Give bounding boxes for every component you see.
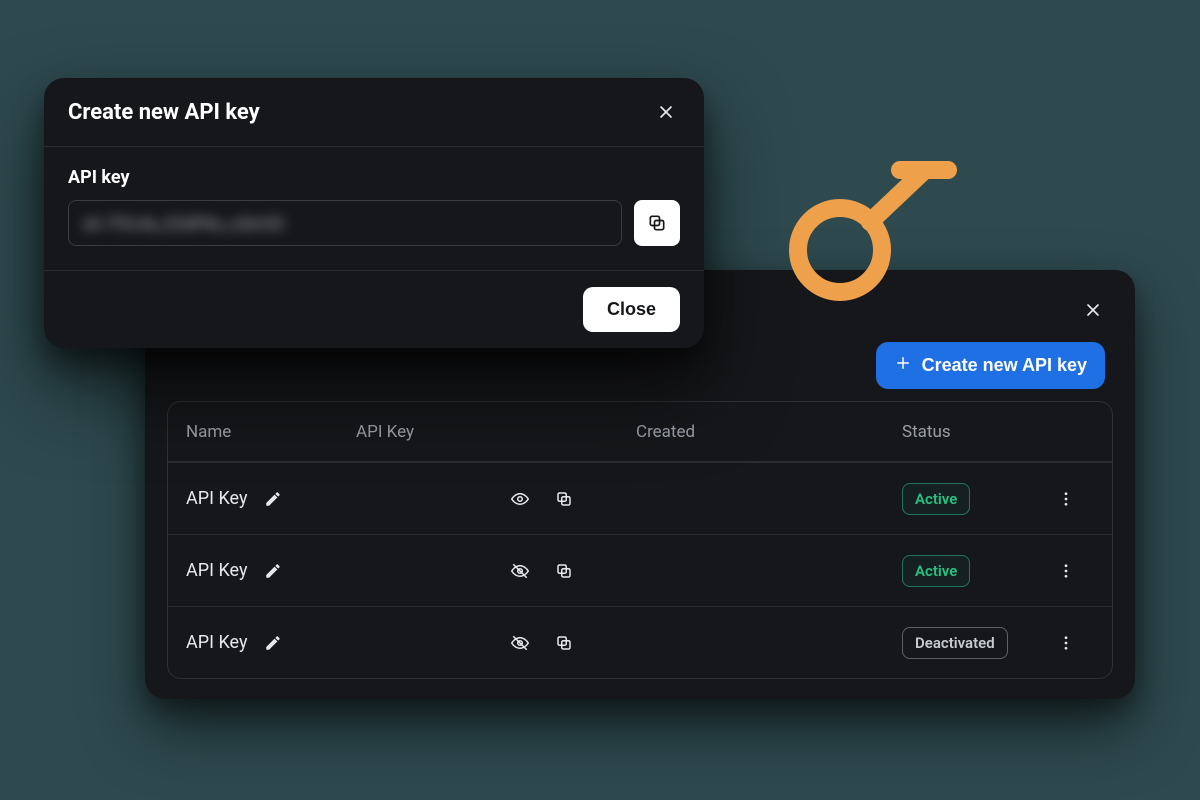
close-button[interactable]: Close: [583, 287, 680, 332]
api-key-field-label: API key: [68, 167, 680, 188]
close-button-label: Close: [607, 299, 656, 319]
copy-key-button[interactable]: [550, 629, 578, 657]
plus-icon: [894, 354, 912, 377]
status-badge: Deactivated: [902, 627, 1008, 659]
row-key-cell: [356, 557, 636, 585]
rename-button[interactable]: [259, 485, 287, 513]
row-actions: [1038, 485, 1094, 513]
row-status-cell: Active: [876, 483, 1038, 515]
row-menu-button[interactable]: [1052, 485, 1080, 513]
row-name-cell: API Key: [186, 557, 356, 585]
row-actions: [1038, 557, 1094, 585]
col-header-name: Name: [186, 422, 356, 442]
api-key-input[interactable]: sk-7f3c4a_E3dP8u_xQm52: [68, 200, 622, 246]
create-api-key-label: Create new API key: [922, 355, 1087, 376]
row-actions: [1038, 629, 1094, 657]
table-row: API Key Deactivated: [168, 606, 1112, 678]
table-row: API Key Active: [168, 534, 1112, 606]
hide-button[interactable]: [506, 557, 534, 585]
api-key-field-row: sk-7f3c4a_E3dP8u_xQm52: [68, 200, 680, 246]
col-header-status: Status: [876, 422, 1038, 442]
api-keys-table: Name API Key Created Status API Key: [167, 401, 1113, 679]
table-header: Name API Key Created Status: [168, 402, 1112, 462]
status-badge: Active: [902, 555, 970, 587]
rename-button[interactable]: [259, 629, 287, 657]
table-row: API Key Active: [168, 462, 1112, 534]
row-key-cell: [356, 485, 636, 513]
row-status-cell: Active: [876, 555, 1038, 587]
col-header-created: Created: [636, 422, 876, 442]
modal-body: API key sk-7f3c4a_E3dP8u_xQm52: [44, 147, 704, 271]
copy-key-button[interactable]: [550, 485, 578, 513]
modal-footer: Close: [44, 271, 704, 348]
modal-title: Create new API key: [68, 100, 260, 125]
row-menu-button[interactable]: [1052, 629, 1080, 657]
create-api-key-modal: Create new API key API key sk-7f3c4a_E3d…: [44, 78, 704, 348]
modal-header: Create new API key: [44, 78, 704, 147]
col-header-api-key: API Key: [356, 422, 636, 442]
row-name-text: API Key: [186, 488, 247, 509]
row-name-cell: API Key: [186, 629, 356, 657]
reveal-button[interactable]: [506, 485, 534, 513]
row-status-cell: Deactivated: [876, 627, 1038, 659]
row-name-text: API Key: [186, 560, 247, 581]
status-badge: Active: [902, 483, 970, 515]
rename-button[interactable]: [259, 557, 287, 585]
row-menu-button[interactable]: [1052, 557, 1080, 585]
panel-close-button[interactable]: [1079, 296, 1107, 324]
copy-api-key-button[interactable]: [634, 200, 680, 246]
api-key-masked-value: sk-7f3c4a_E3dP8u_xQm52: [83, 214, 285, 233]
row-name-text: API Key: [186, 632, 247, 653]
row-key-cell: [356, 629, 636, 657]
modal-close-button[interactable]: [652, 98, 680, 126]
hide-button[interactable]: [506, 629, 534, 657]
row-name-cell: API Key: [186, 485, 356, 513]
create-api-key-button[interactable]: Create new API key: [876, 342, 1105, 389]
copy-key-button[interactable]: [550, 557, 578, 585]
